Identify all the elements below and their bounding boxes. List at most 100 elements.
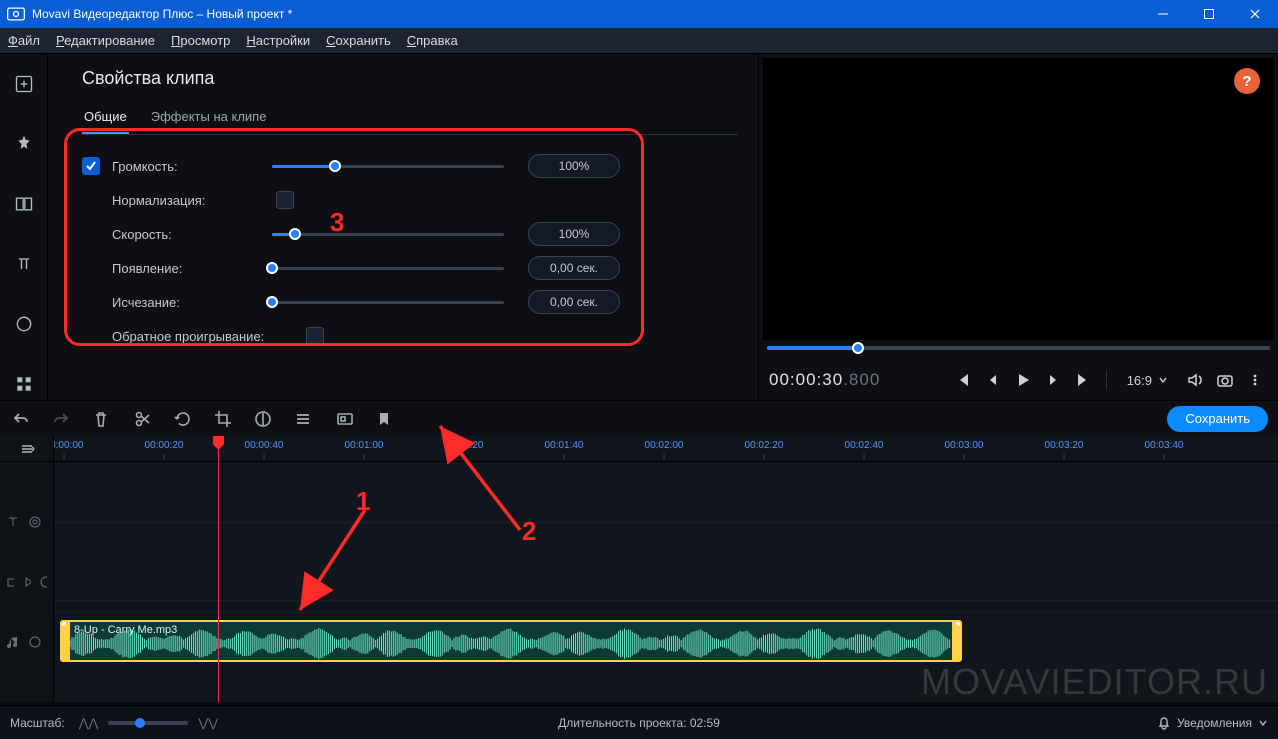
notifications-label[interactable]: Уведомления <box>1177 716 1252 730</box>
row-fadeout: Исчезание: 0,00 сек. <box>82 285 738 319</box>
add-track-button[interactable] <box>0 436 53 462</box>
speed-label: Скорость: <box>112 227 272 242</box>
help-button[interactable]: ? <box>1234 68 1260 94</box>
play-button[interactable] <box>1010 367 1036 393</box>
preview-more-button[interactable] <box>1242 367 1268 393</box>
preview-seek-slider[interactable] <box>767 346 1270 360</box>
snapshot-button[interactable] <box>1212 367 1238 393</box>
ruler-tick: 00:02:20 <box>745 440 784 451</box>
aspect-ratio-select[interactable]: 16:9 <box>1127 373 1168 388</box>
prev-frame-button[interactable] <box>980 367 1006 393</box>
menu-file[interactable]: Файл <box>8 33 40 48</box>
clip-properties-panel: Свойства клипа Общие Эффекты на клипе Гр… <box>48 54 758 400</box>
speed-slider[interactable] <box>272 225 504 243</box>
preview-canvas[interactable] <box>763 58 1274 340</box>
split-button[interactable] <box>132 408 154 430</box>
filters-button[interactable] <box>8 128 40 160</box>
reverse-label: Обратное проигрывание: <box>112 329 302 344</box>
video-track-head[interactable] <box>6 575 47 589</box>
clip-handle-left[interactable] <box>62 622 70 660</box>
main-content: Свойства клипа Общие Эффекты на клипе Гр… <box>0 54 1278 400</box>
rotate-button[interactable] <box>172 408 194 430</box>
volume-checkbox[interactable] <box>82 157 100 175</box>
normalize-checkbox[interactable] <box>276 191 294 209</box>
volume-value[interactable]: 100% <box>528 154 620 178</box>
playhead[interactable] <box>218 436 219 702</box>
record-button[interactable] <box>334 408 356 430</box>
fadein-label: Появление: <box>112 261 272 276</box>
menu-save[interactable]: Сохранить <box>326 33 391 48</box>
export-button[interactable]: Сохранить <box>1167 406 1268 432</box>
stickers-button[interactable] <box>8 308 40 340</box>
delete-button[interactable] <box>90 408 112 430</box>
zoom-slider[interactable] <box>108 721 188 725</box>
preview-timecode: 00:00:30.800 <box>769 370 880 390</box>
preview-panel: ? 00:00:30.800 16:9 <box>758 54 1278 400</box>
color-adjust-button[interactable] <box>252 408 274 430</box>
fadein-value[interactable]: 0,00 сек. <box>528 256 620 280</box>
clip-properties-button[interactable] <box>292 408 314 430</box>
zoom-label: Масштаб: <box>10 716 65 730</box>
fadeout-label: Исчезание: <box>112 295 272 310</box>
volume-slider[interactable] <box>272 157 504 175</box>
tab-general[interactable]: Общие <box>82 103 129 134</box>
panel-title: Свойства клипа <box>82 68 738 89</box>
title-track-head[interactable] <box>6 515 47 529</box>
ruler-tick: 00:02:00 <box>645 440 684 451</box>
row-volume: Громкость: 100% <box>82 149 738 183</box>
timeline: 00:00:0000:00:2000:00:4000:01:0000:01:20… <box>0 436 1278 702</box>
reverse-checkbox[interactable] <box>306 327 324 345</box>
next-clip-button[interactable] <box>1070 367 1096 393</box>
fadeout-value[interactable]: 0,00 сек. <box>528 290 620 314</box>
menu-edit[interactable]: Редактирование <box>56 33 155 48</box>
undo-button[interactable] <box>10 408 32 430</box>
fadeout-slider[interactable] <box>272 293 504 311</box>
timeline-body[interactable]: 00:00:0000:00:2000:00:4000:01:0000:01:20… <box>54 436 1278 702</box>
clip-fade-point-right[interactable] <box>956 620 962 626</box>
props-tabs: Общие Эффекты на клипе <box>82 103 738 135</box>
annotation-num-2: 2 <box>522 516 536 547</box>
statusbar: Масштаб: ⋀⋀ ⋁⋁ Длительность проекта: 02:… <box>0 705 1278 739</box>
bell-icon <box>1157 716 1171 730</box>
chevron-down-icon[interactable] <box>1258 718 1268 728</box>
audio-clip[interactable]: 8-Up - Carry Me.mp3 <box>60 620 962 662</box>
row-fadein: Появление: 0,00 сек. <box>82 251 738 285</box>
transitions-button[interactable] <box>8 188 40 220</box>
menu-settings[interactable]: Настройки <box>246 33 310 48</box>
volume-icon[interactable] <box>1182 367 1208 393</box>
ruler-tick: 00:00:20 <box>145 440 184 451</box>
ruler-tick: 00:03:20 <box>1045 440 1084 451</box>
tab-effects[interactable]: Эффекты на клипе <box>149 103 269 134</box>
timeline-tracks-header <box>0 436 54 702</box>
crop-button[interactable] <box>212 408 234 430</box>
ruler-tick: 00:00:00 <box>54 440 83 451</box>
menu-view[interactable]: Просмотр <box>171 33 230 48</box>
ruler-tick: 00:03:00 <box>945 440 984 451</box>
marker-button[interactable] <box>374 408 396 430</box>
clip-handle-right[interactable] <box>952 622 960 660</box>
annotation-num-1: 1 <box>356 486 370 517</box>
titlebar: Movavi Видеоредактор Плюс – Новый проект… <box>0 0 1278 28</box>
fadein-slider[interactable] <box>272 259 504 277</box>
normalize-label: Нормализация: <box>112 193 272 208</box>
maximize-button[interactable] <box>1186 0 1232 28</box>
volume-label: Громкость: <box>112 159 272 174</box>
annotation-num-3: 3 <box>330 207 344 238</box>
zoom-out-icon[interactable]: ⋀⋀ <box>79 716 99 730</box>
prev-clip-button[interactable] <box>950 367 976 393</box>
speed-value[interactable]: 100% <box>528 222 620 246</box>
zoom-in-icon[interactable]: ⋁⋁ <box>198 716 218 730</box>
add-media-button[interactable] <box>8 68 40 100</box>
row-normalize: Нормализация: <box>82 183 738 217</box>
ruler-tick: 00:02:40 <box>845 440 884 451</box>
close-button[interactable] <box>1232 0 1278 28</box>
titles-button[interactable] <box>8 248 40 280</box>
menu-help[interactable]: Справка <box>407 33 458 48</box>
timeline-ruler[interactable]: 00:00:0000:00:2000:00:4000:01:0000:01:20… <box>54 436 1278 462</box>
more-tools-button[interactable] <box>8 368 40 400</box>
minimize-button[interactable] <box>1140 0 1186 28</box>
next-frame-button[interactable] <box>1040 367 1066 393</box>
window-title: Movavi Видеоредактор Плюс – Новый проект… <box>32 7 1140 21</box>
audio-track-head[interactable] <box>6 635 47 649</box>
redo-button[interactable] <box>50 408 72 430</box>
